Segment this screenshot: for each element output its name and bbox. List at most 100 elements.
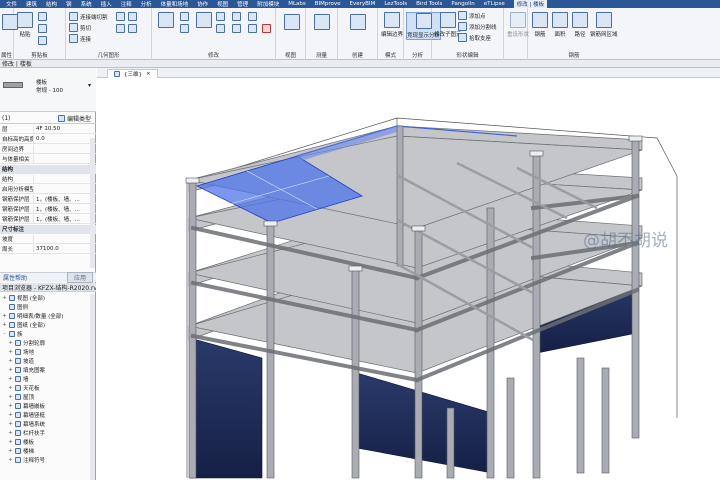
add-point-button[interactable]: 添加点 [458,11,486,20]
browser-tree-item[interactable]: + 注释符号 [0,456,92,464]
expand-toggle-icon[interactable]: + [8,403,13,409]
instance-selector[interactable]: (1) [0,115,58,122]
split-face-button[interactable] [116,24,125,33]
split-button[interactable] [232,24,241,33]
fabric-area-button[interactable]: 钢筋网区域 [590,12,618,38]
view-tab-3d[interactable]: {三维} × [107,69,158,78]
browser-tree-item[interactable]: + 视图 (全部) [0,294,92,302]
menu-item[interactable]: 建筑 [26,0,37,8]
pick-support-button[interactable]: 拾取支座 [458,33,491,42]
browser-tree-item[interactable]: + 天花板 [0,384,92,392]
apply-button[interactable]: 应用 [66,272,93,283]
expand-toggle-icon[interactable]: + [8,340,13,346]
properties-type-selector[interactable]: 楼板 常规 - 100 ▾ [0,68,96,112]
move-button[interactable] [196,12,212,28]
edit-type-button[interactable]: 编辑类型 [65,114,91,123]
menu-item[interactable]: 分析 [141,0,152,8]
mirror-button[interactable] [180,24,189,33]
menu-item[interactable]: 附加模块 [257,0,279,8]
browser-tree-item[interactable]: + 幕墙嵌板 [0,402,92,410]
browser-tree-item[interactable]: + 明细表/数量 (全部) [0,312,92,320]
menu-item[interactable]: 文件 [6,0,17,8]
expand-toggle-icon[interactable]: - [2,331,7,337]
hide-button[interactable] [284,14,300,30]
browser-tree-item[interactable]: + 幕墙竖梃 [0,411,92,419]
rebar-button[interactable]: 钢筋 [532,12,548,38]
menu-item[interactable]: 钢 [66,0,72,8]
expand-toggle-icon[interactable]: + [8,394,13,400]
align-button[interactable] [158,12,174,28]
property-value[interactable]: 1，(楼板、墙、... [33,215,96,223]
browser-tree-item[interactable]: + 坡道 [0,357,92,365]
create-group-button[interactable] [350,14,366,30]
expand-toggle-icon[interactable]: + [8,385,13,391]
menu-item[interactable]: Bird Tools [416,1,442,7]
menu-item[interactable]: 修改 | 楼板 [513,0,548,8]
browser-tree-item[interactable]: + 幕墙系统 [0,420,92,428]
properties-scrollbar[interactable] [90,138,95,268]
match-button[interactable] [38,36,47,45]
copy-modify-button[interactable] [216,12,225,21]
cut-button[interactable] [38,12,47,21]
menu-item[interactable]: EveryBIM [350,1,376,7]
demolish-button[interactable] [128,24,137,33]
browser-tree-item[interactable]: 图例 [0,303,92,311]
property-value[interactable] [33,175,96,183]
offset-button[interactable] [180,12,189,21]
paint-button[interactable] [128,12,137,21]
expand-toggle-icon[interactable]: + [8,439,13,445]
menu-item[interactable]: 插入 [101,0,112,8]
expand-toggle-icon[interactable]: + [8,412,13,418]
property-value[interactable]: 37100.0 [33,245,96,253]
expand-toggle-icon[interactable]: + [2,295,7,301]
browser-tree-item[interactable]: + 楼梯 [0,447,92,455]
menu-item[interactable]: 注释 [121,0,132,8]
property-value[interactable]: 0.0 [33,135,96,143]
paste-button[interactable]: 粘贴 [17,12,33,38]
browser-tree-item[interactable]: + 栏杆扶手 [0,429,92,437]
property-value[interactable] [33,185,96,193]
building-model-drawing[interactable] [97,68,720,480]
menu-item[interactable]: 协作 [197,0,208,8]
menu-item[interactable]: 体量和场地 [161,0,189,8]
join-cut-button[interactable]: 连接端切割 [69,12,108,21]
property-value[interactable] [33,155,96,163]
expand-toggle-icon[interactable]: + [8,430,13,436]
copy-button[interactable] [38,24,47,33]
3d-viewport[interactable] [97,68,720,480]
chevron-down-icon[interactable]: ▾ [88,82,91,89]
menu-item[interactable]: BIMprove [315,1,341,7]
property-value[interactable] [33,145,96,153]
expand-toggle-icon[interactable]: + [8,457,13,463]
property-category[interactable]: 结构 [0,165,96,174]
measure-button[interactable] [314,14,330,30]
expand-toggle-icon[interactable]: + [8,349,13,355]
browser-tree-item[interactable]: -族 [0,330,92,338]
menu-item[interactable]: 管理 [237,0,248,8]
browser-tree-item[interactable]: + 图纸 (全部) [0,321,92,329]
expand-toggle-icon[interactable]: + [8,358,13,364]
expand-toggle-icon[interactable]: + [8,376,13,382]
wall-join-button[interactable] [116,12,125,21]
scale-button[interactable] [248,24,257,33]
close-icon[interactable]: × [146,71,151,77]
property-value[interactable]: 1，(楼板、墙、... [33,205,96,213]
browser-scrollbar[interactable] [90,294,95,480]
property-value[interactable] [33,235,96,243]
browser-tree-item[interactable]: + 场地 [0,348,92,356]
delete-button[interactable] [262,24,271,33]
menu-item[interactable]: LezTools [384,1,407,7]
browser-tree-item[interactable]: + 填充图案 [0,366,92,374]
trim-button[interactable] [232,12,241,21]
browser-tree-item[interactable]: + 分割轮廓 [0,339,92,347]
property-category[interactable]: 尺寸标注 [0,225,96,234]
menu-item[interactable]: MLabs [288,1,306,7]
browser-tree-item[interactable]: + 屋顶 [0,393,92,401]
expand-toggle-icon[interactable]: + [8,421,13,427]
menu-item[interactable]: Pangolin [451,1,474,7]
menu-item[interactable]: eTLipse [484,1,505,7]
expand-toggle-icon[interactable]: + [8,367,13,373]
expand-toggle-icon[interactable]: + [2,322,7,328]
browser-tree-item[interactable]: + 楼板 [0,438,92,446]
menu-item[interactable]: 视图 [217,0,228,8]
